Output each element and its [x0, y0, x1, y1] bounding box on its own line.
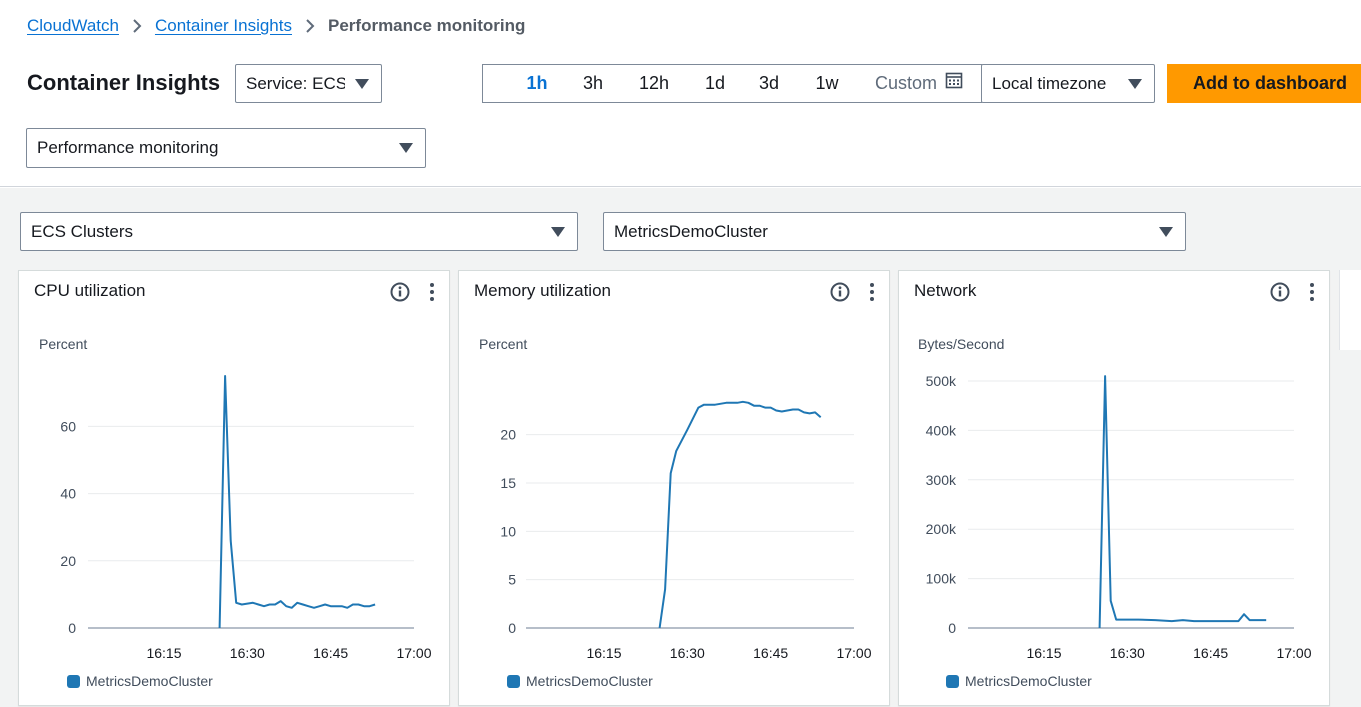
cluster-select-label: MetricsDemoCluster [614, 221, 768, 241]
next-panel-edge [1339, 270, 1361, 350]
caret-down-icon [355, 78, 369, 89]
x-tick-label: 16:30 [230, 645, 265, 661]
breadcrumb-cloudwatch-link[interactable]: CloudWatch [27, 16, 119, 36]
x-tick-label: 16:30 [670, 645, 705, 661]
time-range-1w[interactable]: 1w [805, 65, 849, 102]
x-tick-label: 17:00 [1276, 645, 1311, 661]
legend-series-label: MetricsDemoCluster [526, 673, 653, 689]
x-tick-label: 16:45 [313, 645, 348, 661]
caret-down-icon [399, 143, 413, 153]
y-tick-label: 500k [926, 373, 957, 389]
page-title: Container Insights [27, 70, 221, 95]
chevron-right-icon [131, 17, 143, 35]
series-line[interactable] [658, 400, 822, 629]
series-line[interactable] [1098, 375, 1267, 629]
y-tick-label: 15 [500, 475, 516, 491]
chart-legend: MetricsDemoCluster [507, 673, 653, 689]
time-range-3d[interactable]: 3d [747, 65, 791, 102]
breadcrumb-container-insights-link[interactable]: Container Insights [155, 16, 292, 36]
timezone-select-label: Local timezone [992, 73, 1107, 93]
service-select[interactable]: Service: ECS [235, 64, 382, 103]
series-line[interactable] [218, 375, 376, 629]
cluster-select[interactable]: MetricsDemoCluster [603, 212, 1186, 251]
x-tick-label: 16:45 [1193, 645, 1228, 661]
time-range-custom-label: Custom [875, 73, 938, 93]
x-tick-label: 16:15 [1026, 645, 1061, 661]
memory-utilization-chart: 0 5 10 15 20 16:15 16:30 16:45 17:00 [500, 400, 872, 661]
resource-type-select-label: ECS Clusters [31, 221, 134, 241]
legend-series-label: MetricsDemoCluster [965, 673, 1092, 689]
y-tick-label: 200k [926, 521, 957, 537]
legend-swatch [507, 674, 520, 688]
breadcrumb-current: Performance monitoring [328, 16, 526, 35]
view-select-label: Performance monitoring [37, 138, 219, 157]
view-select[interactable]: Performance monitoring [26, 128, 426, 168]
x-tick-label: 16:15 [586, 645, 621, 661]
x-tick-label: 16:30 [1110, 645, 1145, 661]
x-tick-label: 16:45 [753, 645, 788, 661]
time-range-12h[interactable]: 12h [629, 65, 679, 102]
x-tick-label: 17:00 [836, 645, 871, 661]
resource-type-select[interactable]: ECS Clusters [20, 212, 578, 251]
legend-series-label: MetricsDemoCluster [86, 673, 213, 689]
y-tick-label: 300k [926, 472, 957, 488]
caret-down-icon [551, 226, 565, 237]
legend-swatch [67, 674, 80, 688]
y-tick-label: 10 [500, 523, 516, 539]
caret-down-icon [1159, 226, 1173, 237]
timezone-select[interactable]: Local timezone [981, 64, 1155, 103]
x-tick-label: 17:00 [396, 645, 431, 661]
y-tick-label: 20 [500, 427, 516, 443]
y-tick-label: 100k [926, 571, 957, 587]
service-select-label: Service: ECS [246, 73, 345, 93]
y-tick-label: 400k [926, 422, 957, 438]
y-tick-label: 60 [60, 418, 76, 434]
y-tick-label: 0 [68, 620, 76, 636]
time-range-1h[interactable]: 1h [515, 65, 559, 102]
time-range-3h[interactable]: 3h [571, 65, 615, 102]
network-panel: Network Bytes/Second 0 100k 200k 300k 400k 50… [898, 270, 1330, 706]
y-tick-label: 0 [508, 620, 516, 636]
breadcrumb: CloudWatch Container Insights Performanc… [27, 14, 525, 38]
caret-down-icon [1128, 78, 1142, 89]
y-tick-label: 5 [508, 572, 516, 588]
network-chart: 0 100k 200k 300k 400k 500k 16:15 16:30 16:45 17:0… [926, 373, 1312, 661]
calendar-icon [945, 65, 963, 102]
x-tick-label: 16:15 [146, 645, 181, 661]
y-tick-label: 0 [948, 620, 956, 636]
y-tick-label: 20 [60, 553, 76, 569]
time-range-selector: 1h 3h 12h 1d 3d 1w Custom [482, 64, 982, 103]
time-range-1d[interactable]: 1d [693, 65, 737, 102]
legend-swatch [946, 674, 959, 688]
chart-legend: MetricsDemoCluster [946, 673, 1092, 689]
header-region: CloudWatch Container Insights Performanc… [0, 0, 1361, 187]
add-to-dashboard-button[interactable]: Add to dashboard [1167, 64, 1361, 103]
cpu-utilization-panel: CPU utilization Percent 0 20 40 60 16:15 16:3… [18, 270, 450, 706]
memory-utilization-panel: Memory utilization Percent 0 5 10 15 20 16:15… [458, 270, 890, 706]
time-range-custom[interactable]: Custom [875, 65, 971, 102]
cpu-utilization-chart: 0 20 40 60 16:15 16:30 16:45 17:00 [60, 375, 432, 661]
chevron-right-icon [304, 17, 316, 35]
y-tick-label: 40 [60, 486, 76, 502]
chart-legend: MetricsDemoCluster [67, 673, 213, 689]
